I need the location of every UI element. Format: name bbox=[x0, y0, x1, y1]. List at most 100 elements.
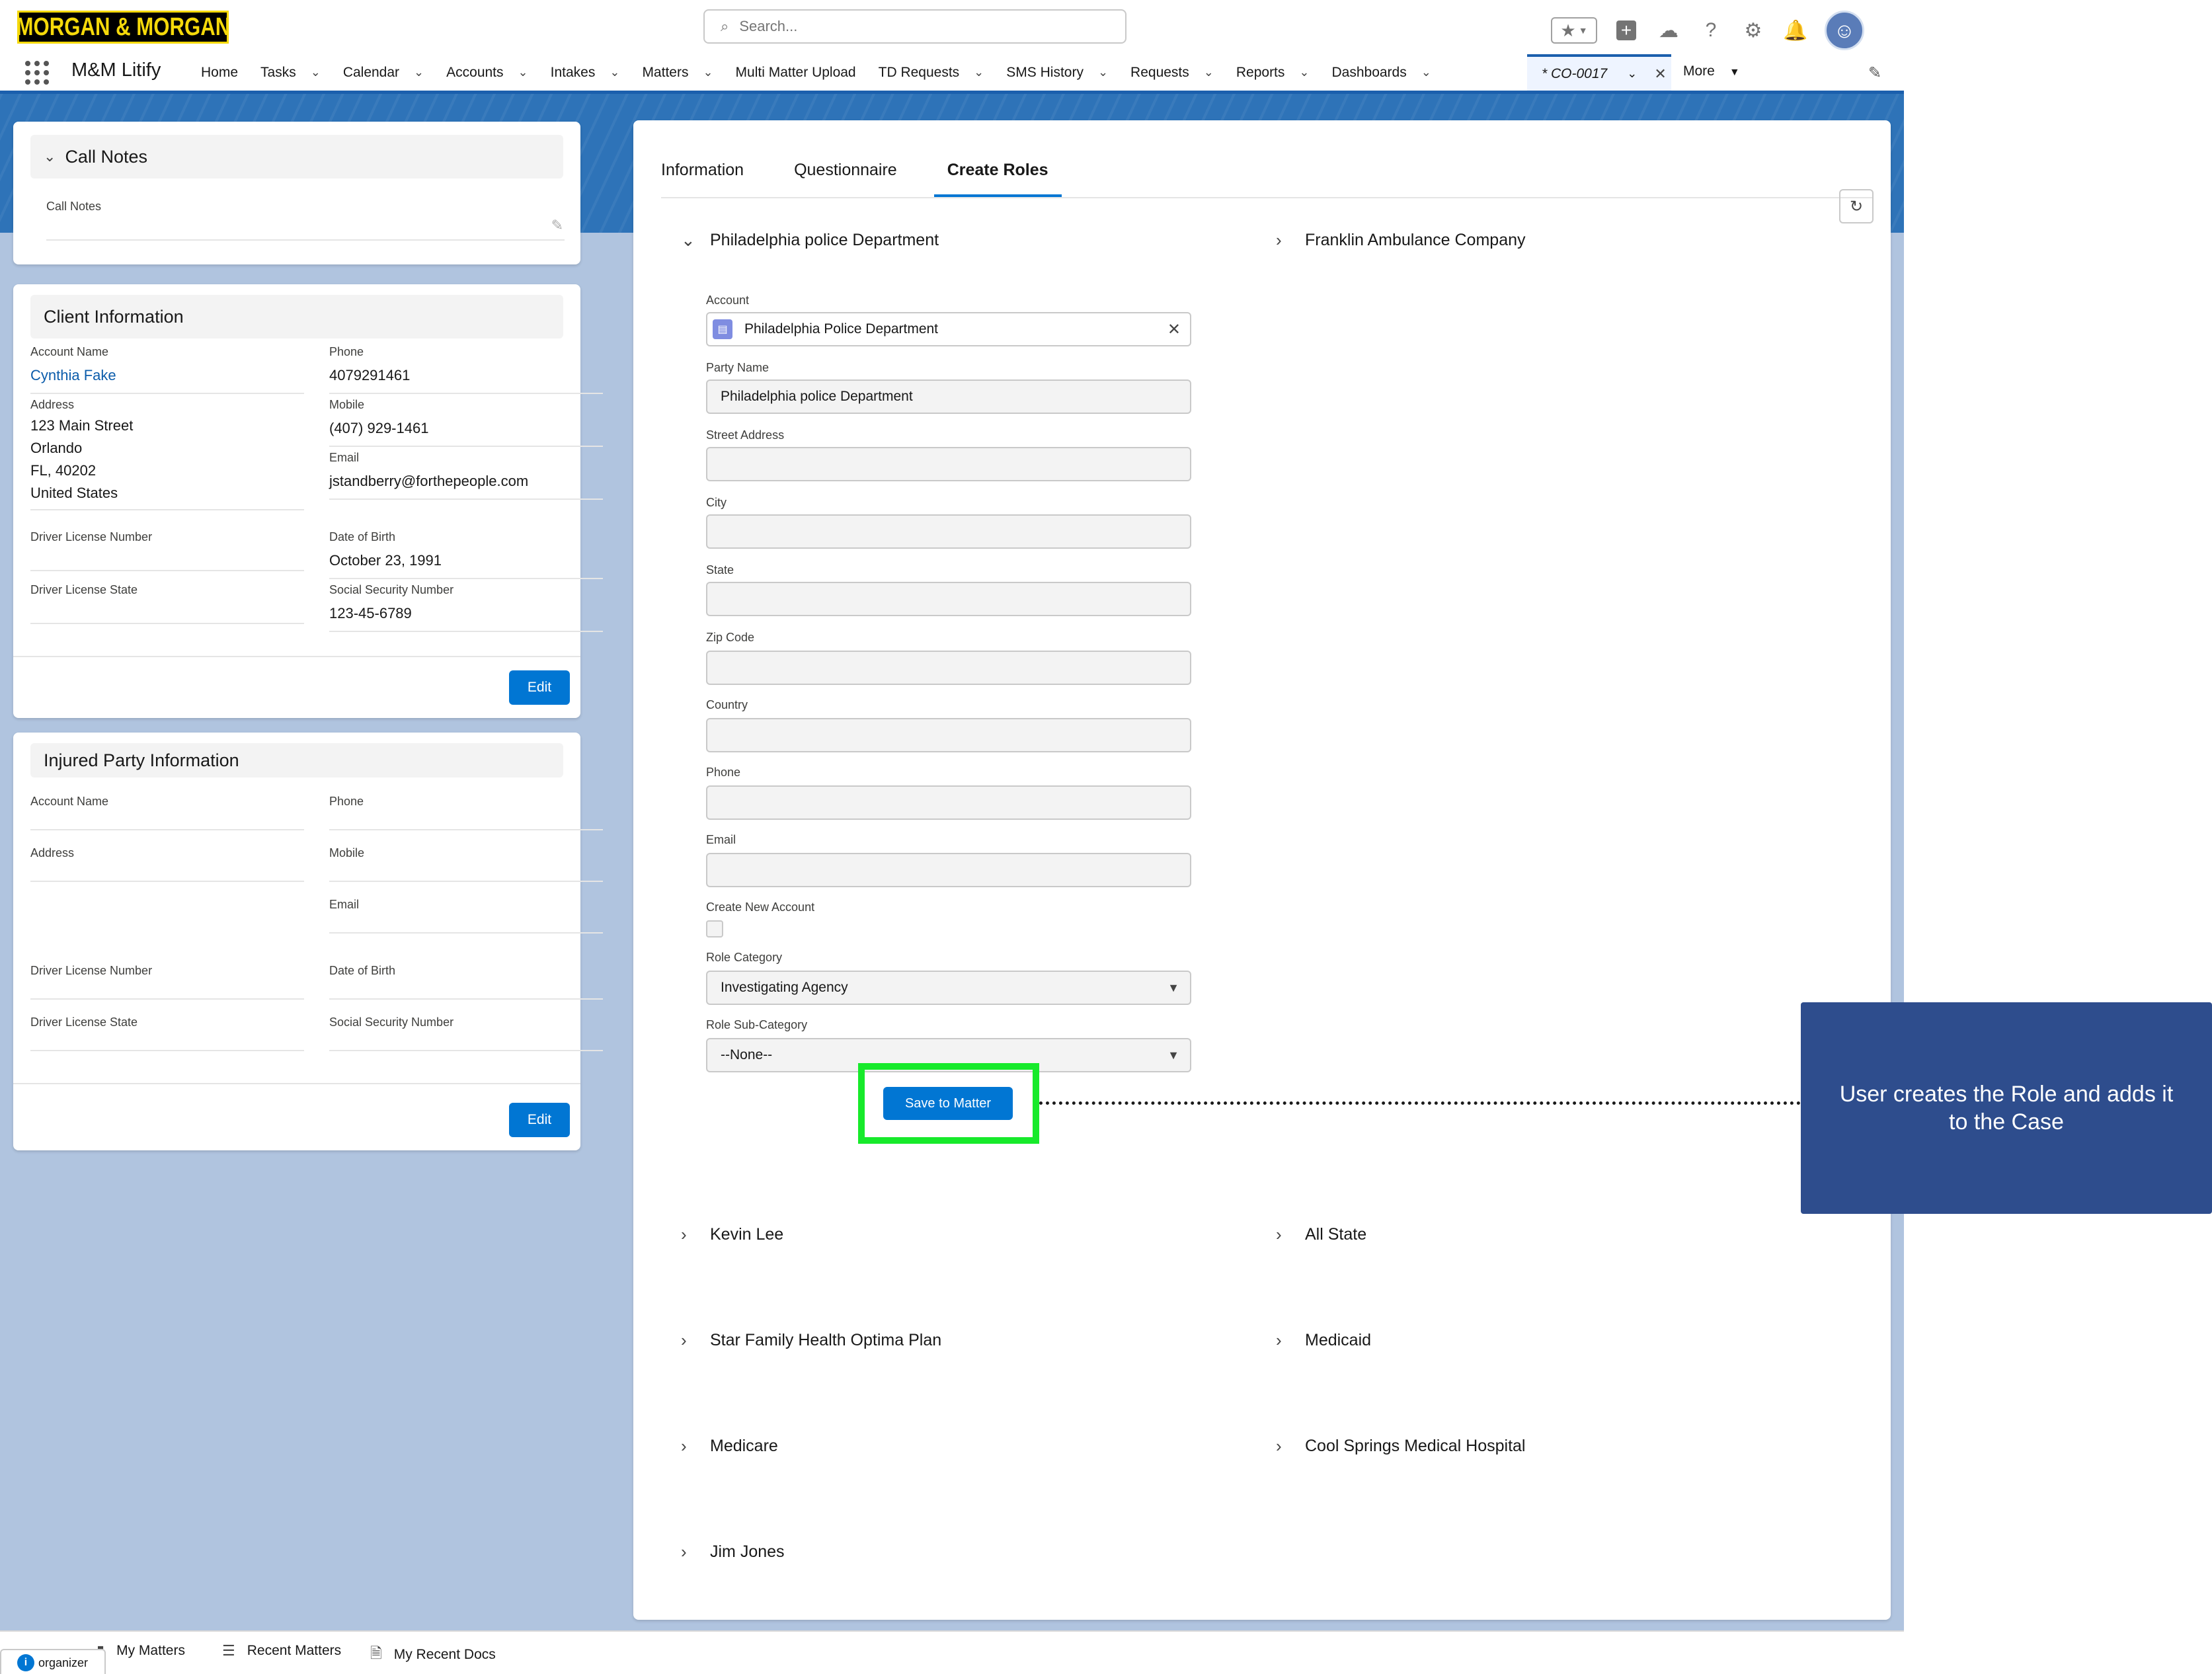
section-jim-jones[interactable]: › Jim Jones bbox=[681, 1542, 785, 1562]
nav-item-dashboards[interactable]: Dashboards ⌄ bbox=[1331, 65, 1431, 81]
nav-item-calendar[interactable]: Calendar ⌄ bbox=[343, 65, 424, 81]
search-input[interactable] bbox=[738, 17, 1111, 36]
section-cool-springs[interactable]: › Cool Springs Medical Hospital bbox=[1276, 1436, 1525, 1456]
instruction-callout: User creates the Role and adds it to the… bbox=[1801, 1002, 2212, 1214]
client-account-name-link[interactable]: Cynthia Fake bbox=[30, 364, 304, 387]
nav-item-multi-matter-upload[interactable]: Multi Matter Upload bbox=[736, 65, 856, 81]
chevron-down-icon[interactable]: ⌄ bbox=[518, 65, 528, 79]
nav-item-requests[interactable]: Requests ⌄ bbox=[1130, 65, 1214, 81]
nav-item-label: TD Requests bbox=[878, 64, 960, 80]
nav-more[interactable]: More ▼ bbox=[1683, 63, 1740, 79]
help-icon[interactable]: ? bbox=[1698, 17, 1724, 44]
section-title: Kevin Lee bbox=[710, 1225, 784, 1244]
app-launcher-icon[interactable] bbox=[25, 61, 49, 85]
country-input[interactable] bbox=[706, 718, 1191, 752]
account-lookup[interactable]: ▤ Philadelphia Police Department ✕ bbox=[706, 312, 1191, 346]
global-search[interactable]: ⌕ bbox=[703, 9, 1126, 44]
main-panel: Information Questionnaire Create Roles ↻… bbox=[633, 120, 1891, 1620]
nav-item-accounts[interactable]: Accounts ⌄ bbox=[446, 65, 528, 81]
injured-dl-state-field: Driver License State bbox=[30, 1016, 304, 1051]
tab-create-roles[interactable]: Create Roles bbox=[933, 143, 1062, 197]
chevron-down-icon[interactable]: ⌄ bbox=[1299, 65, 1309, 79]
section-all-state[interactable]: › All State bbox=[1276, 1224, 1366, 1245]
trailhead-icon[interactable]: ☁ bbox=[1655, 17, 1682, 44]
nav-item-td-requests[interactable]: TD Requests ⌄ bbox=[879, 65, 984, 81]
chevron-right-icon: › bbox=[1276, 1330, 1282, 1350]
section-star-family-health[interactable]: › Star Family Health Optima Plan bbox=[681, 1330, 941, 1351]
app-nav-bar: M&M Litify Home Tasks ⌄ Calendar ⌄ Accounts ⌄ I… bbox=[0, 54, 1904, 94]
pencil-icon[interactable]: ✎ bbox=[551, 217, 563, 234]
nav-item-tasks[interactable]: Tasks ⌄ bbox=[260, 65, 321, 81]
tab-co-0017[interactable]: * CO-0017 ⌄ ✕ bbox=[1527, 54, 1671, 91]
street-address-input[interactable] bbox=[706, 447, 1191, 481]
gear-icon[interactable]: ⚙ bbox=[1740, 17, 1766, 44]
nav-item-home[interactable]: Home bbox=[201, 65, 238, 81]
refresh-icon[interactable]: ↻ bbox=[1839, 189, 1874, 223]
utility-recent-matters[interactable]: ☰ Recent Matters bbox=[222, 1642, 341, 1659]
chevron-down-icon[interactable]: ⌄ bbox=[1627, 67, 1637, 81]
phone-input[interactable] bbox=[706, 785, 1191, 820]
utility-my-matters[interactable]: ▮My Matters bbox=[97, 1642, 185, 1659]
chevron-down-icon[interactable]: ⌄ bbox=[414, 65, 424, 79]
zip-code-input[interactable] bbox=[706, 651, 1191, 685]
nav-item-intakes[interactable]: Intakes ⌄ bbox=[551, 65, 620, 81]
field-label: Address bbox=[30, 398, 75, 411]
chevron-down-icon: ⌄ bbox=[681, 230, 695, 250]
clear-icon[interactable]: ✕ bbox=[1167, 320, 1181, 339]
nav-item-matters[interactable]: Matters ⌄ bbox=[642, 65, 713, 81]
section-franklin-ambulance[interactable]: › Franklin Ambulance Company bbox=[1276, 230, 1526, 251]
call-notes-field[interactable]: Call Notes ✎ bbox=[46, 200, 565, 241]
call-notes-title: Call Notes bbox=[65, 146, 147, 167]
chevron-down-icon[interactable]: ⌄ bbox=[703, 65, 713, 79]
email-input[interactable] bbox=[706, 853, 1191, 887]
phone-label: Phone bbox=[706, 766, 741, 779]
injured-email-field: Email bbox=[329, 898, 603, 934]
field-label: Social Security Number bbox=[329, 583, 454, 596]
role-category-select[interactable]: Investigating Agency ▼ bbox=[706, 971, 1191, 1005]
section-medicare[interactable]: › Medicare bbox=[681, 1436, 778, 1456]
create-new-account-checkbox[interactable] bbox=[706, 920, 723, 937]
email-label: Email bbox=[706, 833, 736, 846]
call-notes-header[interactable]: ⌄ Call Notes bbox=[30, 135, 563, 179]
state-input[interactable] bbox=[706, 582, 1191, 616]
section-kevin-lee[interactable]: › Kevin Lee bbox=[681, 1224, 783, 1245]
tab-information[interactable]: Information bbox=[661, 143, 744, 197]
nav-item-sms-history[interactable]: SMS History ⌄ bbox=[1006, 65, 1108, 81]
app-window: MORGAN & MORGAN ⌕ ★▼ + ☁ ? ⚙ 🔔 ☺ M&M Lit… bbox=[0, 0, 1904, 1674]
avatar-icon[interactable]: ☺ bbox=[1825, 11, 1864, 50]
section-title: Medicare bbox=[710, 1437, 778, 1455]
bell-icon[interactable]: 🔔 bbox=[1782, 17, 1809, 44]
client-ssn-value: 123-45-6789 bbox=[329, 605, 412, 621]
nav-item-label: Home bbox=[201, 64, 239, 80]
chevron-down-icon[interactable]: ⌄ bbox=[1421, 65, 1431, 79]
chevron-down-icon[interactable]: ⌄ bbox=[311, 65, 321, 79]
injured-edit-button[interactable]: Edit bbox=[509, 1103, 570, 1137]
party-name-input[interactable]: Philadelphia police Department bbox=[706, 379, 1191, 414]
add-icon[interactable]: + bbox=[1613, 17, 1639, 44]
nav-item-label: Requests bbox=[1130, 64, 1189, 80]
utility-my-recent-docs[interactable]: 🗎 My Recent Docs bbox=[370, 1642, 496, 1667]
nav-item-label: Matters bbox=[642, 64, 689, 80]
nav-item-reports[interactable]: Reports ⌄ bbox=[1236, 65, 1310, 81]
client-edit-button[interactable]: Edit bbox=[509, 670, 570, 705]
section-medicaid[interactable]: › Medicaid bbox=[1276, 1330, 1371, 1351]
section-philadelphia-police[interactable]: ⌄ Philadelphia police Department bbox=[681, 230, 939, 251]
country-label: Country bbox=[706, 698, 748, 711]
chevron-down-icon[interactable]: ⌄ bbox=[1204, 65, 1214, 79]
chevron-right-icon: › bbox=[681, 1224, 687, 1244]
chevron-down-icon[interactable]: ⌄ bbox=[1098, 65, 1108, 79]
injured-dob-field: Date of Birth bbox=[329, 964, 603, 1000]
tab-questionnaire[interactable]: Questionnaire bbox=[794, 143, 897, 197]
close-icon[interactable]: ✕ bbox=[1654, 65, 1666, 83]
chevron-down-icon[interactable]: ⌄ bbox=[610, 65, 619, 79]
city-input[interactable] bbox=[706, 514, 1191, 549]
utility-bar: ▮My Matters ☰ Recent Matters 🗎 My Recent D… bbox=[0, 1630, 1904, 1674]
chevron-down-icon[interactable]: ⌄ bbox=[974, 65, 984, 79]
field-label: Email bbox=[329, 451, 360, 464]
company-logo[interactable]: MORGAN & MORGAN bbox=[16, 11, 230, 44]
field-label: Email bbox=[329, 898, 360, 911]
favorites-star-icon[interactable]: ★ ▼ bbox=[1551, 17, 1597, 44]
field-label: Phone bbox=[329, 345, 364, 358]
edit-nav-pencil-icon[interactable]: ✎ bbox=[1868, 63, 1881, 83]
organizer-tab[interactable]: i organizer bbox=[0, 1649, 106, 1674]
